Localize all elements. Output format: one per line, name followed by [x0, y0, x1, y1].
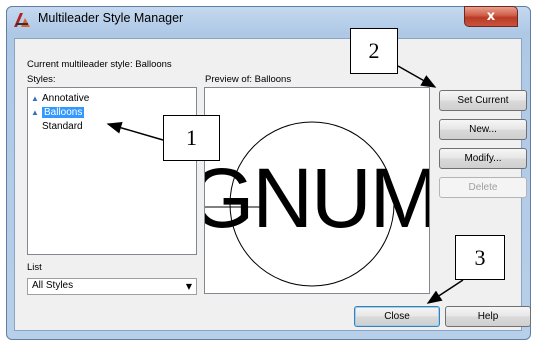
callout-arrow-3 — [426, 279, 464, 304]
callout-2: 2 — [350, 28, 398, 74]
callout-1: 1 — [163, 115, 220, 161]
annotation-arrows — [106, 65, 464, 304]
callout-arrow-2 — [397, 65, 437, 88]
callout-3: 3 — [455, 235, 505, 280]
callout-arrow-1 — [106, 122, 164, 141]
